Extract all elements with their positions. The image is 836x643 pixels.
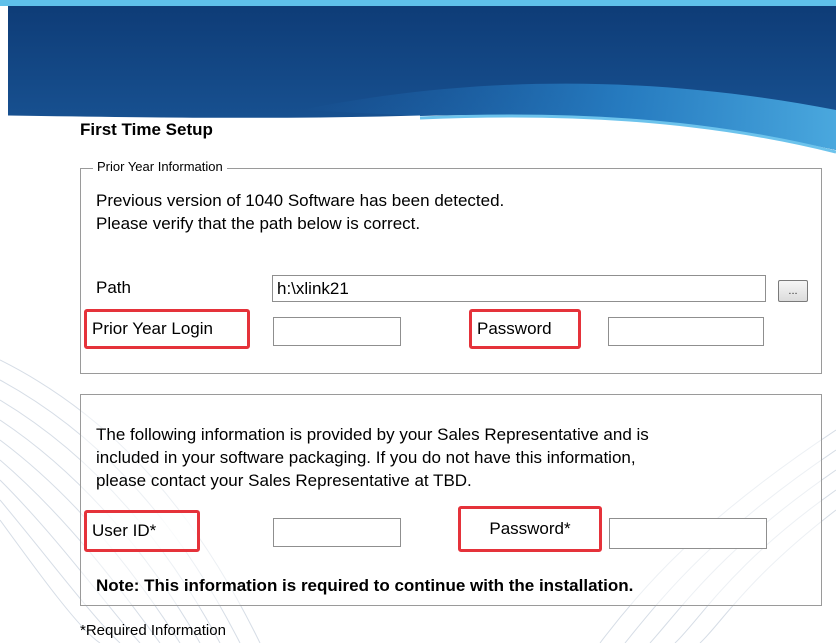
userid-input[interactable] xyxy=(273,518,401,547)
browse-button[interactable]: ... xyxy=(778,280,808,302)
credentials-password-label: Password* xyxy=(458,506,602,552)
prior-year-password-label: Password xyxy=(469,309,581,349)
dialog-title: First Time Setup xyxy=(80,120,213,139)
credentials-message-line2: included in your software packaging. If … xyxy=(96,448,636,467)
userid-label-text: User ID* xyxy=(92,521,157,540)
path-input[interactable] xyxy=(272,275,766,302)
required-note: Note: This information is required to co… xyxy=(96,576,634,595)
prior-year-legend: Prior Year Information xyxy=(93,159,227,174)
credentials-password-label-text: Password* xyxy=(489,519,571,538)
userid-label: User ID* xyxy=(84,510,200,552)
prior-year-login-label: Prior Year Login xyxy=(84,309,250,349)
prior-year-login-label-text: Prior Year Login xyxy=(92,319,213,338)
credentials-message-line3: please contact your Sales Representative… xyxy=(96,471,472,490)
prior-year-password-label-text: Password xyxy=(477,319,552,338)
credentials-password-input[interactable] xyxy=(609,518,767,549)
prior-year-password-input[interactable] xyxy=(608,317,764,346)
required-information-footnote: *Required Information xyxy=(80,622,226,639)
prior-year-login-input[interactable] xyxy=(273,317,401,346)
prior-year-message-line2: Please verify that the path below is cor… xyxy=(96,214,421,233)
path-label: Path xyxy=(96,278,131,297)
credentials-message-line1: The following information is provided by… xyxy=(96,425,649,444)
prior-year-message-line1: Previous version of 1040 Software has be… xyxy=(96,191,505,210)
